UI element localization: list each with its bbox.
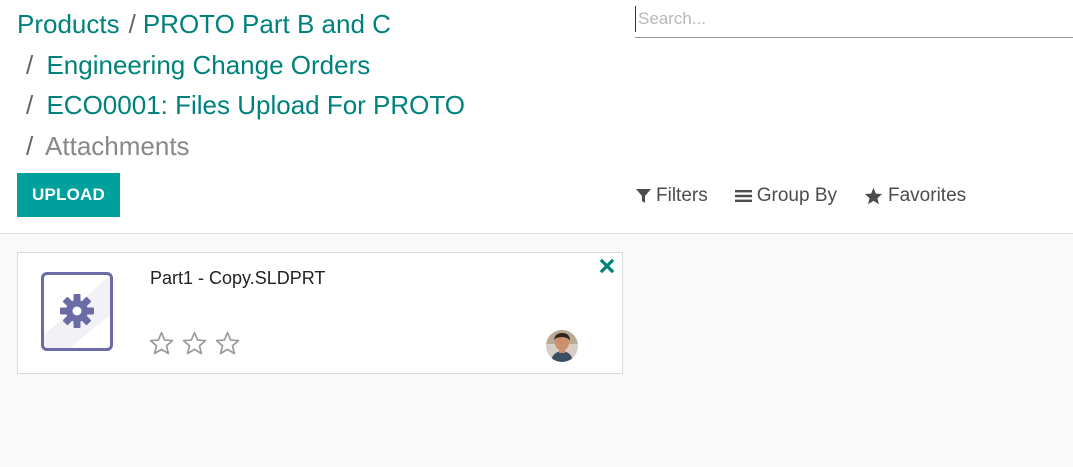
control-panel: Products / PROTO Part B and C / Engineerin… [0, 0, 1073, 234]
breadcrumb-separator: / [128, 9, 136, 39]
star-outline-icon[interactable] [149, 331, 174, 355]
favorites-label: Favorites [888, 185, 967, 206]
file-type-icon [41, 272, 113, 351]
group-by-label: Group By [756, 185, 837, 206]
upload-button[interactable]: UPLOAD [17, 173, 120, 217]
favorites-button[interactable]: Favorites [864, 185, 966, 207]
breadcrumb-separator: / [26, 130, 34, 161]
attachment-card[interactable]: Part1 - Copy.SLDPRT [17, 252, 623, 374]
star-outline-icon[interactable] [215, 331, 240, 355]
breadcrumb-current: Attachments [45, 130, 190, 161]
filters-label: Filters [656, 185, 708, 206]
breadcrumb: Products / PROTO Part B and C / Engineerin… [17, 4, 577, 166]
breadcrumb-separator: / [26, 90, 34, 120]
kanban-view: Part1 - Copy.SLDPRT [0, 235, 1073, 467]
search-options: Filters Group By Favorites [636, 183, 993, 209]
star-icon [864, 187, 883, 205]
breadcrumb-item-product[interactable]: PROTO Part B and C [143, 9, 391, 39]
filters-button[interactable]: Filters [636, 185, 708, 207]
avatar[interactable] [546, 330, 578, 362]
priority-stars [149, 331, 248, 355]
breadcrumb-item-eco[interactable]: ECO0001: Files Upload For PROTO [46, 90, 465, 120]
filter-icon [636, 189, 651, 203]
attachment-name[interactable]: Part1 - Copy.SLDPRT [150, 268, 325, 289]
breadcrumb-item-products[interactable]: Products [17, 9, 120, 39]
search-input[interactable] [635, 6, 1065, 32]
breadcrumb-separator: / [26, 49, 34, 80]
search-box [635, 0, 1073, 38]
breadcrumb-item-eco-list[interactable]: Engineering Change Orders [46, 50, 370, 80]
gear-icon [44, 275, 110, 348]
delete-icon[interactable] [598, 257, 616, 275]
group-by-button[interactable]: Group By [734, 185, 837, 207]
star-outline-icon[interactable] [182, 331, 207, 355]
bars-icon [734, 190, 752, 202]
